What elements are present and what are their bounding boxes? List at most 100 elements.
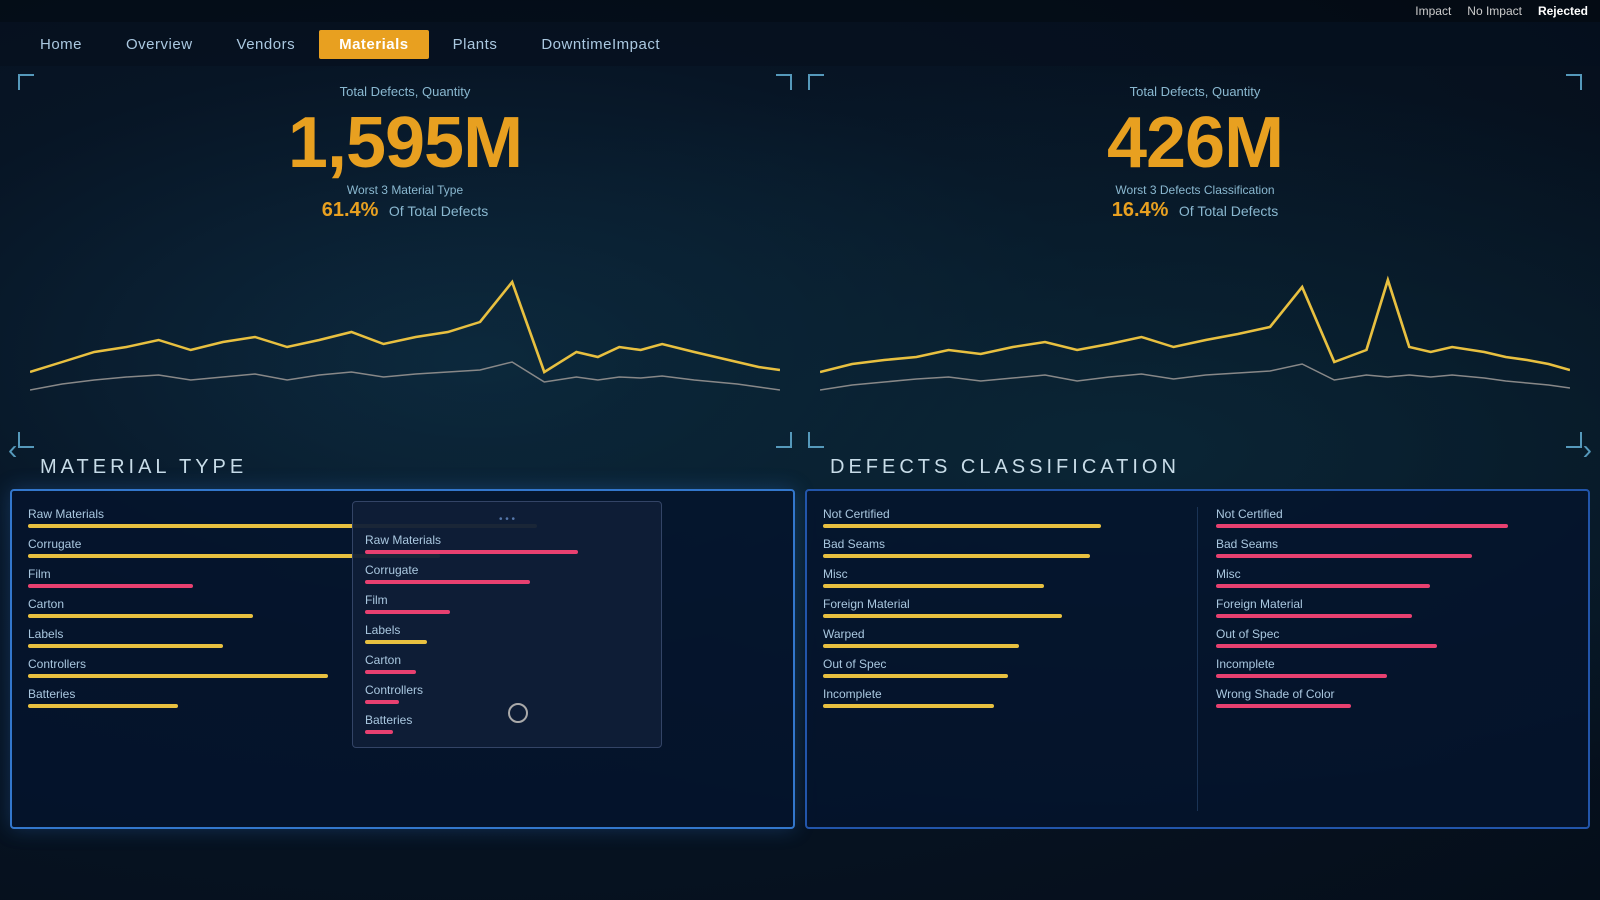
bar: [823, 554, 1090, 558]
list-item-label: Not Certified: [1216, 507, 1572, 521]
bar: [823, 614, 1062, 618]
list-item-label: Misc: [1216, 567, 1572, 581]
corner-br: [776, 432, 792, 448]
left-chart-panel: Total Defects, Quantity 1,595M Worst 3 M…: [10, 66, 800, 456]
bar-container: [1216, 704, 1572, 709]
list-item: Film: [365, 593, 649, 615]
list-item-label: Not Certified: [823, 507, 1179, 521]
bar: [1216, 524, 1508, 528]
topbar-rejected[interactable]: Rejected: [1538, 4, 1588, 18]
bar: [1216, 644, 1437, 648]
list-item-label: Out of Spec: [823, 657, 1179, 671]
right-bottom-panel: Not Certified Bad Seams Misc Foreign Materi…: [805, 489, 1590, 829]
section-titles: Material Type Defects Classification: [0, 456, 1600, 489]
topbar-no-impact[interactable]: No Impact: [1467, 4, 1522, 18]
right-chart-sublabel: Worst 3 Defects Classification: [820, 183, 1570, 197]
bar: [365, 640, 427, 644]
left-percent-value: 61.4%: [322, 199, 379, 221]
right-chart-value: 426M: [820, 107, 1570, 179]
bar-container: [1216, 614, 1572, 619]
list-item: Out of Spec: [823, 657, 1179, 679]
right-corner-tl: [808, 74, 824, 90]
list-item-label: Wrong Shade of Color: [1216, 687, 1572, 701]
bar: [365, 700, 399, 704]
popup-panel: • • • Raw Materials Corrugate Film Labels Ca…: [352, 501, 662, 748]
left-chart-percent: 61.4% Of Total Defects: [30, 199, 780, 222]
bar-container: [823, 524, 1179, 529]
list-item: Labels: [365, 623, 649, 645]
bar: [1216, 614, 1412, 618]
bar: [823, 524, 1101, 528]
bar-container: [1216, 524, 1572, 529]
left-section-title: Material Type: [10, 456, 800, 479]
list-item-label: Batteries: [365, 713, 649, 727]
bar: [365, 610, 450, 614]
bar-container: [365, 670, 649, 675]
bar-container: [365, 640, 649, 645]
nav-vendors[interactable]: Vendors: [217, 30, 316, 59]
list-item: Warped: [823, 627, 1179, 649]
list-item-label: Foreign Material: [823, 597, 1179, 611]
nav-plants[interactable]: Plants: [433, 30, 518, 59]
bar-container: [365, 700, 649, 705]
right-section-title: Defects Classification: [800, 456, 1590, 479]
list-item: Not Certified: [1216, 507, 1572, 529]
list-item-label: Misc: [823, 567, 1179, 581]
bar: [823, 584, 1044, 588]
corner-tl: [18, 74, 34, 90]
list-item: Wrong Shade of Color: [1216, 687, 1572, 709]
bar-container: [823, 584, 1179, 589]
list-item: Misc: [823, 567, 1179, 589]
next-arrow[interactable]: ›: [1583, 434, 1592, 466]
list-item-label: Bad Seams: [1216, 537, 1572, 551]
list-item-label: Controllers: [365, 683, 649, 697]
bar-container: [365, 610, 649, 615]
bar: [823, 674, 1008, 678]
bar: [365, 730, 393, 734]
bar: [28, 584, 193, 588]
bar: [1216, 704, 1351, 708]
nav-materials[interactable]: Materials: [319, 30, 429, 59]
list-item: Incomplete: [823, 687, 1179, 709]
popup-list-col: Raw Materials Corrugate Film Labels Carton Co…: [365, 533, 649, 735]
prev-arrow[interactable]: ‹: [8, 434, 17, 466]
right-line-chart: [820, 232, 1570, 412]
bar-container: [823, 554, 1179, 559]
list-item-label: Foreign Material: [1216, 597, 1572, 611]
bar-container: [823, 674, 1179, 679]
left-bottom-panel: Raw Materials Corrugate Film Carton Labels Co…: [10, 489, 795, 829]
list-item-label: Carton: [365, 653, 649, 667]
list-item: Not Certified: [823, 507, 1179, 529]
right-percent-value: 16.4%: [1112, 199, 1169, 221]
right-list-right-col: Not Certified Bad Seams Misc Foreign Materi…: [1216, 507, 1572, 811]
left-percent-text: Of Total Defects: [389, 203, 488, 219]
bar: [1216, 584, 1430, 588]
nav-home[interactable]: Home: [20, 30, 102, 59]
left-chart-sublabel: Worst 3 Material Type: [30, 183, 780, 197]
bar: [28, 644, 223, 648]
list-item: Controllers: [365, 683, 649, 705]
list-item: Corrugate: [365, 563, 649, 585]
list-item: Foreign Material: [1216, 597, 1572, 619]
right-chart-panel: Total Defects, Quantity 426M Worst 3 Def…: [800, 66, 1590, 456]
nav-downtime-impact[interactable]: DowntimeImpact: [521, 30, 680, 59]
bar: [823, 644, 1019, 648]
right-chart-label: Total Defects, Quantity: [820, 84, 1570, 99]
topbar: Impact No Impact Rejected: [0, 0, 1600, 22]
list-item: Incomplete: [1216, 657, 1572, 679]
list-item-label: Warped: [823, 627, 1179, 641]
corner-tr: [776, 74, 792, 90]
bar-container: [365, 580, 649, 585]
bar-container: [823, 704, 1179, 709]
left-chart-label: Total Defects, Quantity: [30, 84, 780, 99]
nav-overview[interactable]: Overview: [106, 30, 213, 59]
popup-dots: • • •: [365, 514, 649, 525]
bar-container: [1216, 644, 1572, 649]
list-item-label: Corrugate: [365, 563, 649, 577]
topbar-impact[interactable]: Impact: [1415, 4, 1451, 18]
bar-container: [823, 614, 1179, 619]
corner-bl: [18, 432, 34, 448]
list-item-label: Raw Materials: [365, 533, 649, 547]
left-chart-value: 1,595M: [30, 107, 780, 179]
list-item: Batteries: [365, 713, 649, 735]
